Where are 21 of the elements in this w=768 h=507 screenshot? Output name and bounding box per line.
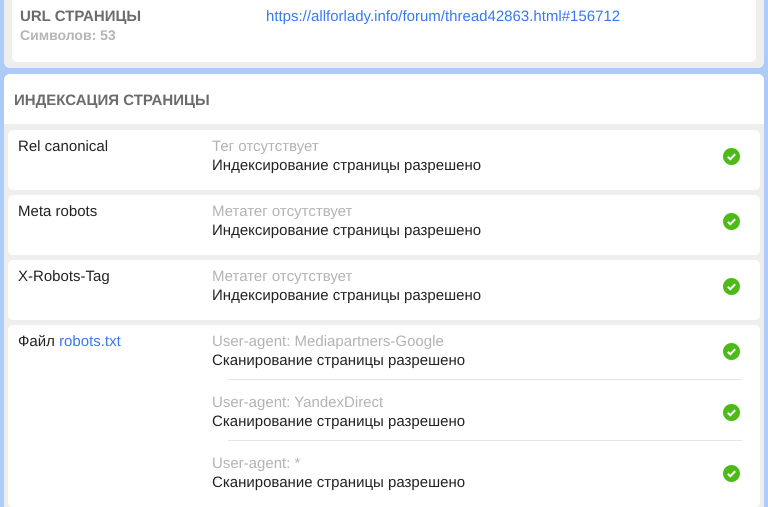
detail-note: User-agent: *	[212, 455, 302, 472]
url-link[interactable]: https://allforlady.info/forum/thread42863.html#156712	[266, 8, 620, 25]
section-title: ИНДЕКСАЦИЯ СТРАНИЦЫ	[14, 92, 210, 109]
detail-note: User-agent: Mediapartners-Google	[212, 333, 445, 350]
status-message: Сканирование страницы разрешено	[212, 474, 466, 491]
detail-note: User-agent: YandexDirect	[212, 394, 384, 411]
detail-note: Тег отсутствует	[212, 138, 320, 155]
status-message: Сканирование страницы разрешено	[212, 413, 466, 430]
character-count: Символов: 53	[20, 27, 117, 43]
row-label: Meta robots	[18, 203, 98, 220]
section-title: URL СТРАНИЦЫ	[20, 8, 142, 25]
row-label: Rel canonical	[18, 138, 110, 155]
detail-note: Метатег отсутствует	[212, 203, 354, 220]
status-message: Сканирование страницы разрешено	[212, 352, 466, 369]
status-message: Индексирование страницы разрешено	[212, 157, 482, 174]
status-message: Индексирование страницы разрешено	[212, 222, 482, 239]
robots-link[interactable]: robots.txt	[59, 333, 121, 350]
row-label: Файл robots.txt	[18, 333, 122, 350]
status-message: Индексирование страницы разрешено	[212, 287, 482, 304]
row-label: X-Robots-Tag	[18, 268, 111, 285]
detail-note: Метатег отсутствует	[212, 268, 354, 285]
